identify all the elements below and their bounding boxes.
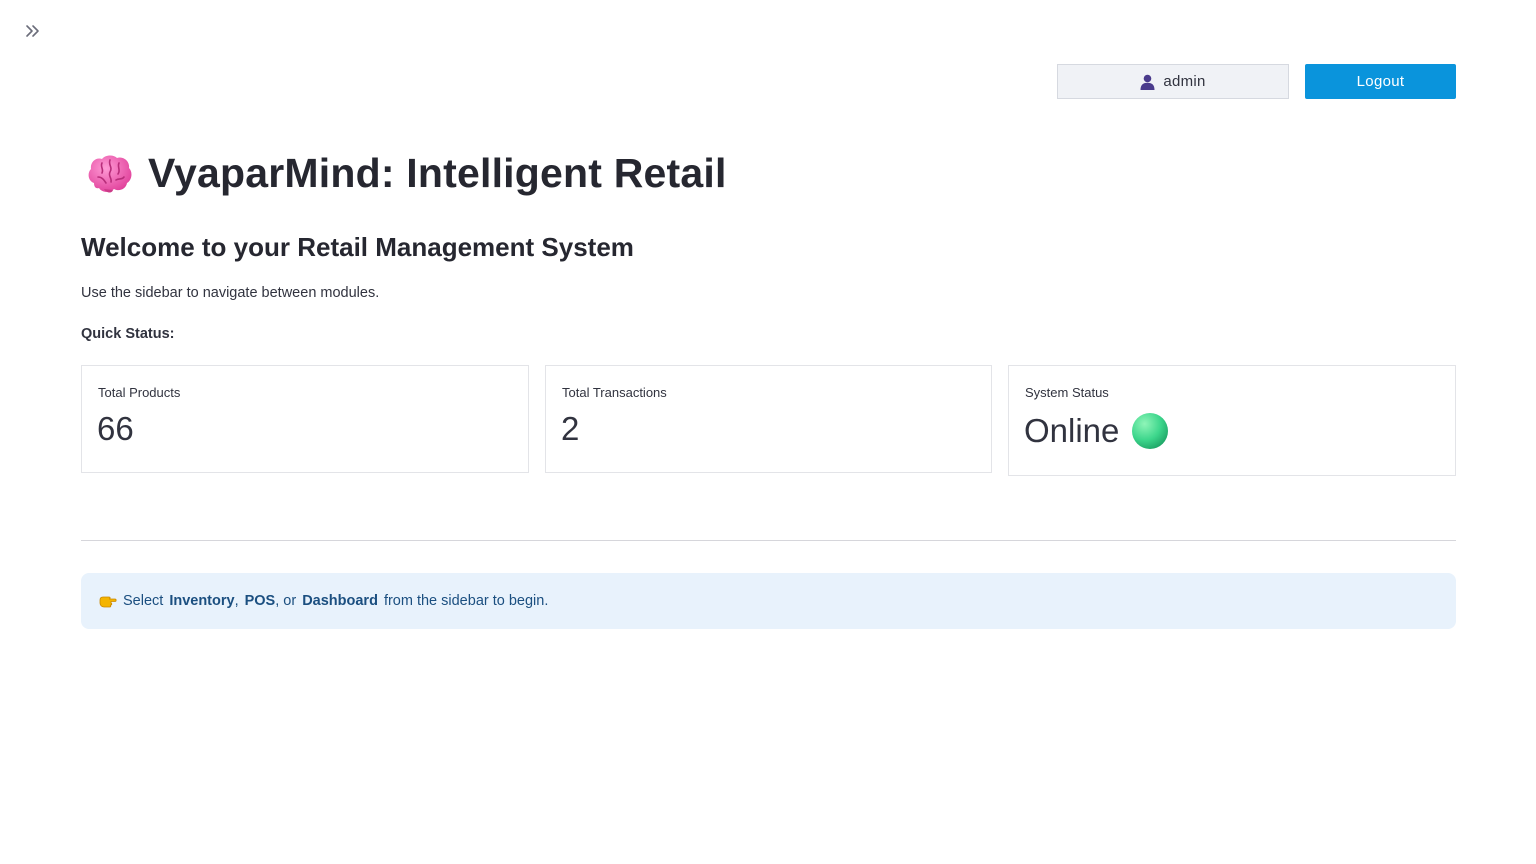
metric-value: Online bbox=[1024, 412, 1120, 449]
user-badge: admin bbox=[1057, 64, 1289, 99]
double-chevron-right-icon bbox=[26, 25, 39, 37]
username-label: admin bbox=[1163, 73, 1206, 90]
metric-card-system-status: System Status Online bbox=[1008, 365, 1456, 476]
info-link-inventory: Inventory bbox=[169, 593, 235, 609]
page-subtitle: Welcome to your Retail Management System bbox=[81, 232, 634, 262]
info-link-dashboard: Dashboard bbox=[302, 593, 378, 609]
metric-card-total-transactions: Total Transactions 2 bbox=[545, 365, 992, 473]
info-link-pos: POS bbox=[244, 593, 276, 609]
app-page: admin Logout VyaparMind: Intelligent Ret… bbox=[0, 0, 1536, 864]
metric-card-total-products: Total Products 66 bbox=[81, 365, 529, 473]
metric-value: 66 bbox=[97, 410, 134, 447]
metric-label: Total Products bbox=[98, 385, 181, 400]
green-circle-icon bbox=[1132, 413, 1169, 449]
info-separator: , bbox=[234, 593, 239, 609]
quick-status-heading: Quick Status: bbox=[81, 326, 175, 342]
title-row: VyaparMind: Intelligent Retail bbox=[86, 150, 727, 197]
info-separator: , or bbox=[275, 593, 297, 609]
info-prefix: Select bbox=[123, 593, 164, 609]
info-suffix: from the sidebar to begin. bbox=[383, 593, 549, 609]
pointing-hand-icon bbox=[99, 596, 117, 608]
metric-label: Total Transactions bbox=[562, 385, 667, 400]
intro-text: Use the sidebar to navigate between modu… bbox=[81, 285, 380, 301]
section-divider bbox=[81, 540, 1456, 541]
metric-label: System Status bbox=[1025, 385, 1109, 400]
brain-icon bbox=[88, 154, 132, 193]
page-title: VyaparMind: Intelligent Retail bbox=[148, 150, 727, 196]
info-alert: Select Inventory, POS, or Dashboard from the… bbox=[81, 573, 1456, 629]
sidebar-toggle-button[interactable] bbox=[22, 20, 44, 42]
metric-value-wrap: 2 bbox=[561, 410, 579, 448]
metric-value-wrap: Online bbox=[1024, 412, 1169, 450]
metric-value-wrap: 66 bbox=[97, 410, 134, 448]
logout-button[interactable]: Logout bbox=[1305, 64, 1456, 99]
metric-value: 2 bbox=[561, 410, 580, 447]
user-icon bbox=[1140, 74, 1155, 90]
